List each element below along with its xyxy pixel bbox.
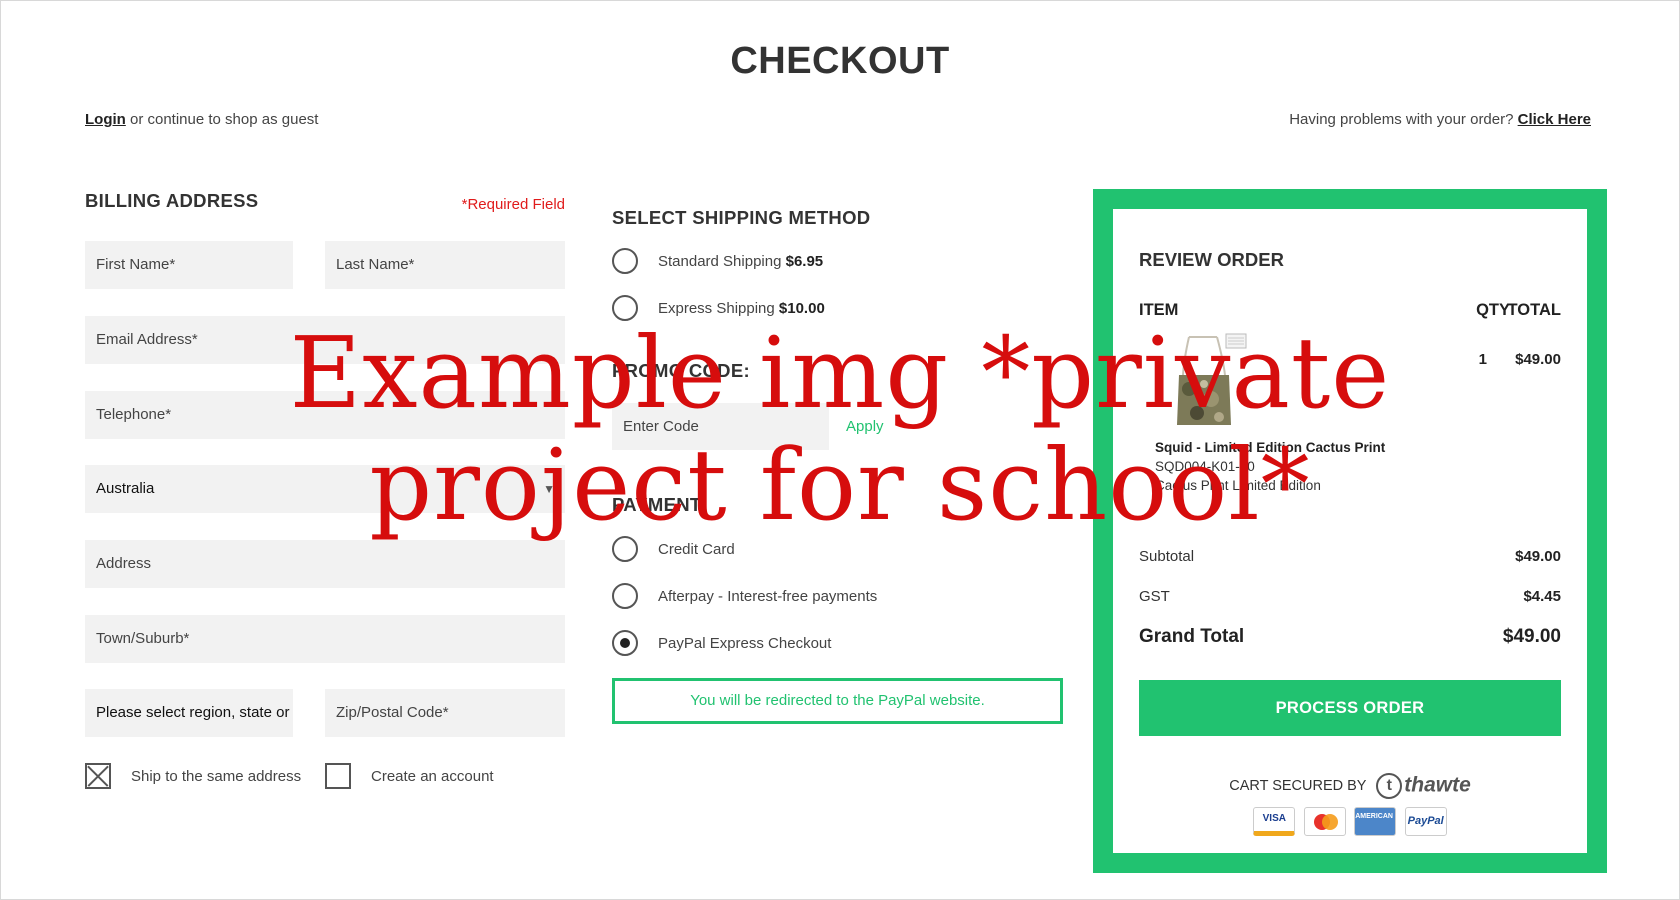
subtotal-value: $49.00 (1515, 548, 1561, 565)
col-qty-header: QTY (1476, 301, 1510, 319)
telephone-field[interactable]: Telephone* (85, 391, 565, 439)
first-name-field[interactable]: First Name* (85, 241, 293, 289)
paypal-redirect-note: You will be redirected to the PayPal web… (612, 678, 1063, 724)
country-select[interactable]: Australia ▼ (85, 465, 565, 513)
login-link[interactable]: Login (85, 111, 126, 128)
checkbox-checked-icon[interactable] (85, 763, 111, 789)
thawte-brand: thawte (1404, 773, 1471, 797)
secured-label: CART SECURED BY (1229, 777, 1367, 794)
item-qty: 1 (1478, 351, 1487, 368)
chevron-down-icon: ▼ (543, 482, 555, 496)
radio-selected-icon[interactable] (612, 630, 638, 656)
ship-same-label: Ship to the same address (131, 767, 302, 785)
apply-promo-link[interactable]: Apply (846, 418, 884, 435)
checkbox-empty-icon[interactable] (325, 763, 351, 789)
gst-row: GST $4.45 (1139, 588, 1561, 605)
shipping-option-express[interactable]: Express Shipping $10.00 (612, 295, 825, 323)
click-here-link[interactable]: Click Here (1518, 111, 1591, 128)
shipping-option-standard[interactable]: Standard Shipping $6.95 (612, 248, 823, 276)
required-field-note: *Required Field (461, 196, 565, 213)
paypal-card-icon: PayPal (1404, 807, 1447, 836)
product-variant: Cactus Print Limited Edition (1155, 478, 1321, 493)
gst-value: $4.45 (1523, 588, 1561, 605)
review-order-panel: REVIEW ORDER ITEM QTY TOTAL 1 $49.00 Squ… (1093, 189, 1607, 873)
subtotal-label: Subtotal (1139, 548, 1195, 565)
town-field[interactable]: Town/Suburb* (85, 615, 565, 663)
amex-card-icon: AMERICAN EXPRESS (1354, 807, 1397, 836)
express-shipping-label: Express Shipping (658, 299, 779, 317)
product-name[interactable]: Squid - Limited Edition Cactus Print (1155, 440, 1385, 455)
radio-empty-icon[interactable] (612, 536, 638, 562)
review-title: REVIEW ORDER (1139, 249, 1284, 270)
grand-total-row: Grand Total $49.00 (1139, 626, 1561, 648)
payment-cards: VISA AMERICAN EXPRESS PayPal (1139, 807, 1561, 836)
country-value: Australia (96, 480, 155, 497)
express-shipping-price: $10.00 (778, 299, 825, 317)
payment-option-paypal[interactable]: PayPal Express Checkout (612, 630, 831, 658)
login-prompt: Login or continue to shop as guest (85, 111, 318, 128)
col-total-header: TOTAL (1507, 301, 1561, 319)
problems-text: Having problems with your order? (1289, 111, 1518, 128)
subtotal-row: Subtotal $49.00 (1139, 548, 1561, 565)
paypal-label: PayPal Express Checkout (658, 634, 832, 652)
address-field[interactable]: Address (85, 540, 565, 588)
credit-card-label: Credit Card (658, 540, 735, 558)
payment-option-credit-card[interactable]: Credit Card (612, 536, 735, 564)
last-name-field[interactable]: Last Name* (325, 241, 565, 289)
visa-card-icon: VISA (1253, 807, 1296, 836)
standard-shipping-price: $6.95 (785, 252, 824, 270)
thawte-logo-icon: t thawte (1376, 773, 1471, 799)
cart-secured-line: CART SECURED BY t thawte (1139, 773, 1561, 799)
help-prompt: Having problems with your order? Click H… (1289, 111, 1591, 128)
standard-shipping-label: Standard Shipping (658, 252, 786, 270)
process-order-button[interactable]: PROCESS ORDER (1139, 680, 1561, 736)
promo-code-input[interactable]: Enter Code (612, 403, 829, 450)
product-variant-swatch (1225, 333, 1247, 349)
col-item-header: ITEM (1139, 301, 1179, 319)
item-total: $49.00 (1515, 351, 1561, 368)
payment-option-afterpay[interactable]: Afterpay - Interest-free payments (612, 583, 877, 611)
zip-field[interactable]: Zip/Postal Code* (325, 689, 565, 737)
shipping-title: SELECT SHIPPING METHOD (612, 207, 871, 228)
region-select[interactable]: Please select region, state or province (85, 689, 293, 737)
grand-total-value: $49.00 (1502, 626, 1561, 647)
radio-empty-icon[interactable] (612, 583, 638, 609)
ship-same-row[interactable]: Ship to the same address (85, 763, 301, 791)
create-account-label: Create an account (371, 767, 494, 785)
promo-title: PROMO CODE: (612, 360, 750, 381)
afterpay-label: Afterpay - Interest-free payments (658, 587, 878, 605)
guest-text: or continue to shop as guest (125, 111, 319, 128)
page-title: CHECKOUT (730, 40, 950, 82)
mastercard-icon (1303, 807, 1346, 836)
create-account-row[interactable]: Create an account (325, 763, 494, 791)
radio-empty-icon[interactable] (612, 248, 638, 274)
payment-title: PAYMENT (612, 494, 702, 515)
billing-section: BILLING ADDRESS *Required Field (85, 190, 565, 213)
email-field[interactable]: Email Address* (85, 316, 565, 364)
grand-total-label: Grand Total (1139, 626, 1245, 647)
product-sku: SQD004-K01-40 (1155, 459, 1255, 474)
radio-empty-icon[interactable] (612, 295, 638, 321)
gst-label: GST (1139, 588, 1170, 605)
